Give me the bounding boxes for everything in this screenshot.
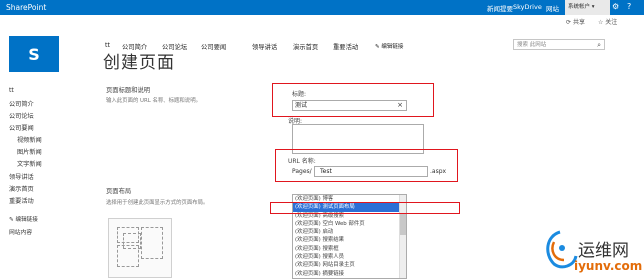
topnav-item-demo-home[interactable]: 演示首页 [293,42,318,51]
layout-option[interactable]: (欢迎页面) 搜索人员 [293,253,406,261]
layout-option[interactable]: (欢迎页面) 网站目录主页 [293,261,406,269]
leftnav-item-tt[interactable]: tt [9,87,14,94]
suite-link-skydrive[interactable]: SkyDrive [513,3,542,11]
watermark-url: iyunv.com [574,259,643,273]
layout-option[interactable]: (欢迎页面) 搜索框 [293,245,406,253]
leftnav-item-video-news[interactable]: 视频新闻 [17,135,42,144]
section-title-page-title: 页面标题和说明 [106,87,151,94]
page-title: 创建页面 [103,53,175,73]
site-logo[interactable]: S [9,36,59,72]
account-menu[interactable]: 系统帐户 ▾ [565,0,610,15]
search-icon[interactable]: ⌕ [597,40,601,51]
section-desc-page-layout: 选择用于创建此页面显示方式的页面布局。 [106,200,209,206]
leftnav-item-demo-home[interactable]: 演示首页 [9,184,34,193]
topnav-item-leader-speech[interactable]: 领导讲话 [252,42,277,51]
settings-gear-icon[interactable]: ⚙ [612,2,619,11]
topnav-item-company-news[interactable]: 公司要闻 [201,42,226,51]
topnav-item-key-events[interactable]: 重要活动 [333,42,358,51]
leftnav-item-company-forum[interactable]: 公司论坛 [9,111,34,120]
scrollbar-thumb[interactable] [400,213,406,235]
suite-bar: SharePoint 新闻提要 SkyDrive 网站 系统帐户 ▾ ⚙ ? [0,0,644,15]
highlight-url [275,149,458,182]
leftnav-item-company-news[interactable]: 公司要闻 [9,123,34,132]
sharepoint-logo-icon: S [28,44,40,64]
leftnav-site-contents[interactable]: 网站内容 [9,227,32,236]
share-button[interactable]: ⟳ 共享 [566,17,585,26]
topnav-edit-links[interactable]: ✎ 编辑链接 [375,42,403,50]
leftnav-item-picture-news[interactable]: 图片新闻 [17,147,42,156]
suite-link-sites[interactable]: 网站 [546,3,559,13]
follow-button[interactable]: ☆ 关注 [598,17,617,26]
section-desc-page-title: 输入此页面的 URL 名称、标题和说明。 [106,98,201,104]
watermark-text: 运维网 [578,241,629,261]
highlight-title [272,83,434,117]
leftnav-item-company-profile[interactable]: 公司简介 [9,99,34,108]
layout-option[interactable]: (欢迎页面) 空白 Web 部件页 [293,220,406,228]
leftnav-edit-links[interactable]: ✎ 编辑链接 [9,215,38,223]
sharepoint-brand[interactable]: SharePoint [6,3,46,12]
layout-option[interactable]: (欢迎页面) 摘要链接 [293,270,406,278]
section-title-page-layout: 页面布局 [106,188,132,195]
highlight-layout [270,202,460,214]
leftnav-item-leader-speech[interactable]: 领导讲话 [9,172,34,181]
share-icon: ⟳ [566,19,573,26]
help-icon[interactable]: ? [627,2,631,11]
layout-option[interactable]: (欢迎页面) 启动 [293,228,406,236]
leftnav-item-key-events[interactable]: 重要活动 [9,196,34,205]
site-search-input[interactable]: 搜索 此网站 ⌕ [513,39,605,50]
leftnav-item-text-news[interactable]: 文字新闻 [17,159,42,168]
suite-link-newsfeed[interactable]: 新闻提要 [487,3,513,13]
layout-option[interactable]: (欢迎页面) 搜索结果 [293,236,406,244]
layout-preview-image [108,218,172,278]
